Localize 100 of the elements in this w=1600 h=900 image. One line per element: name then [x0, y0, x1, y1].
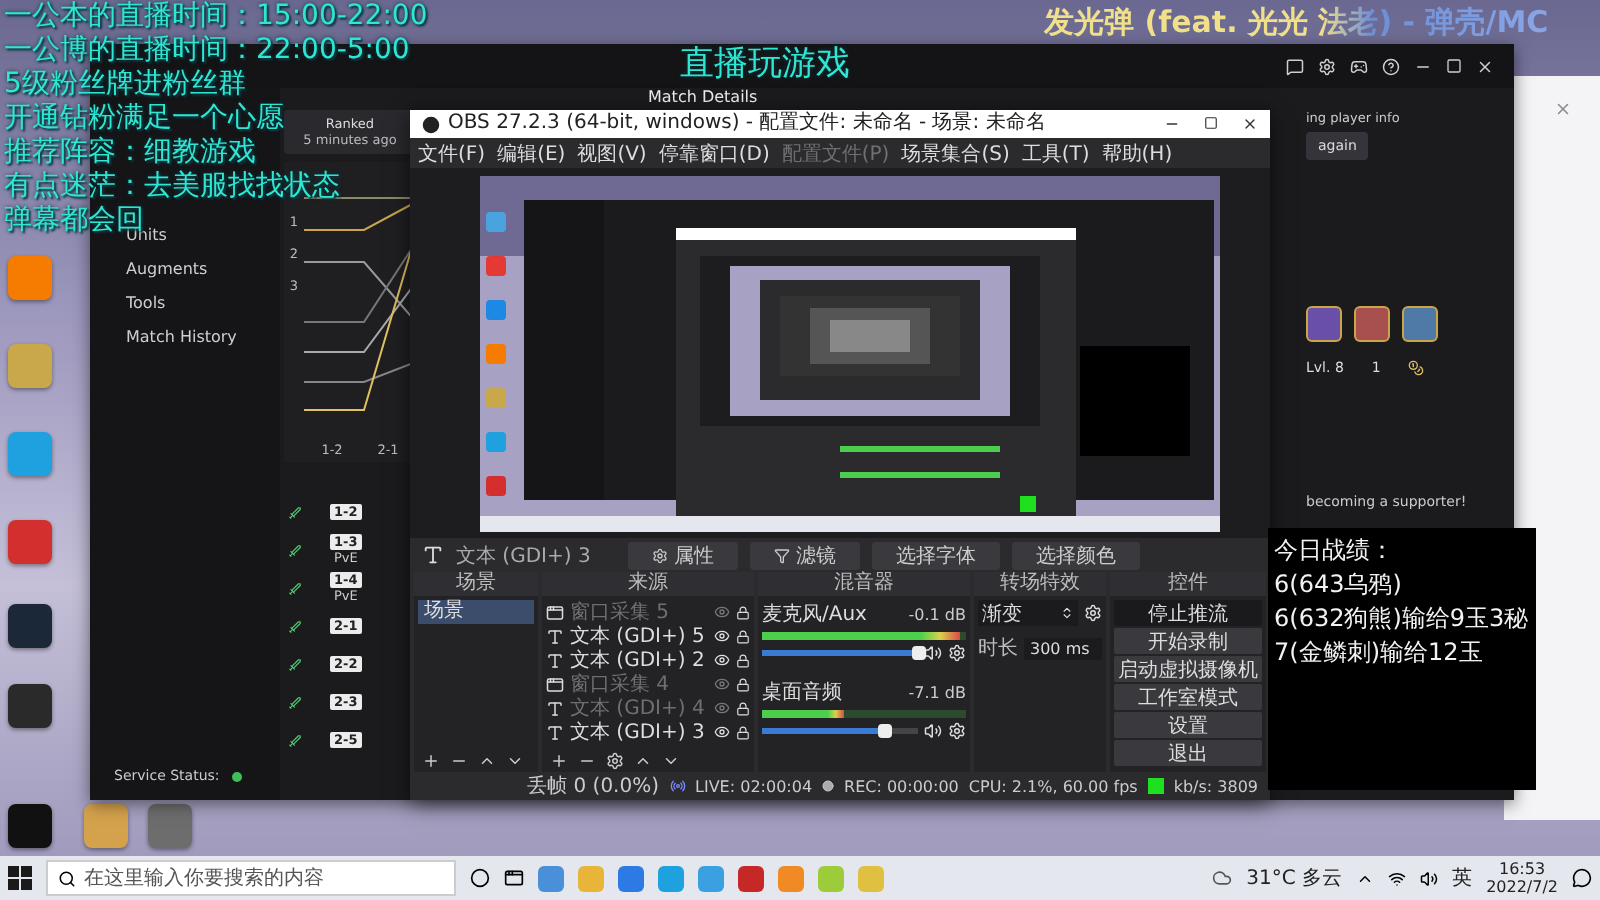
menu-item[interactable]: 停靠窗口(D) — [658, 139, 770, 167]
champion-portrait — [1306, 306, 1342, 342]
search-icon — [58, 869, 76, 887]
control-button[interactable]: 工作室模式 — [1114, 684, 1262, 710]
sword-icon — [288, 695, 302, 709]
bitrate: kb/s: 3809 — [1173, 777, 1258, 795]
nav-item[interactable]: Match History — [114, 326, 280, 350]
control-button[interactable]: 停止推流 — [1114, 600, 1262, 626]
overlay-text: 一公本的直播时间：15:00-22:00 — [4, 0, 428, 34]
speaker-icon[interactable] — [924, 722, 942, 740]
lock-icon[interactable] — [736, 725, 750, 739]
text-source-icon — [546, 651, 564, 669]
nav-item[interactable]: Tools — [114, 292, 280, 316]
channel-name: 桌面音频 — [762, 679, 842, 706]
notification-icon[interactable] — [1572, 868, 1592, 888]
menu-item[interactable]: 视图(V) — [577, 139, 647, 167]
control-button[interactable]: 设置 — [1114, 712, 1262, 738]
lock-icon[interactable] — [736, 629, 750, 643]
overlay-text: 有点迷茫：去美服找找状态 — [4, 170, 340, 204]
taskbar-app-icon[interactable] — [538, 865, 564, 891]
page-heading: Match Details — [648, 88, 758, 110]
nav-item[interactable]: Augments — [114, 258, 280, 282]
taskbar-app-icon[interactable] — [618, 865, 644, 891]
scene-item[interactable]: 场景 — [418, 600, 534, 624]
health-indicator — [1147, 778, 1164, 794]
db-reading: -0.1 dB — [908, 605, 966, 623]
menu-item[interactable]: 场景集合(S) — [901, 139, 1010, 167]
panel-header: 转场特效 — [974, 572, 1106, 596]
sword-icon — [288, 581, 302, 595]
champion-portrait — [1354, 306, 1390, 342]
toolbar-button[interactable]: 选择颜色 — [1012, 541, 1140, 569]
window-capture-icon — [546, 675, 564, 693]
control-button[interactable]: 启动虚拟摄像机 — [1114, 656, 1262, 682]
overlay-text: 开通钻粉满足一个心愿 — [4, 102, 284, 136]
panel-header: 控件 — [1110, 572, 1266, 596]
chat-icon[interactable] — [1286, 57, 1304, 75]
text-source-icon — [546, 723, 564, 741]
app-icon[interactable] — [8, 684, 52, 728]
settings-icon[interactable] — [606, 751, 624, 769]
toolbar-button[interactable]: 选择字体 — [872, 541, 1000, 569]
control-button[interactable]: 退出 — [1114, 740, 1262, 766]
slider-thumb[interactable] — [912, 646, 926, 660]
settings-icon[interactable] — [948, 644, 966, 662]
wifi-icon[interactable] — [1388, 869, 1407, 887]
control-button[interactable]: 开始录制 — [1114, 628, 1262, 654]
app-icon[interactable] — [8, 604, 52, 648]
channel-name: 麦克风/Aux — [762, 601, 867, 628]
help-icon[interactable] — [1382, 57, 1400, 75]
add-icon[interactable] — [422, 751, 440, 769]
panel-header: 来源 — [542, 572, 754, 596]
lock-icon[interactable] — [736, 701, 750, 715]
maximize-icon[interactable] — [1204, 116, 1218, 130]
toolbar-button[interactable]: 属性 — [628, 541, 738, 569]
source-item[interactable]: 文本 (GDI+) 3 — [570, 718, 708, 746]
lock-icon[interactable] — [736, 677, 750, 691]
champion-portrait — [1402, 306, 1438, 342]
source-item[interactable]: 文本 (GDI+) 2 — [570, 646, 708, 674]
text-source-icon — [546, 699, 564, 717]
menu-item[interactable]: 编辑(E) — [497, 139, 566, 167]
lock-icon[interactable] — [736, 605, 750, 619]
text-source-icon — [422, 544, 444, 566]
overlay-caption: 直播玩游戏 — [680, 44, 850, 84]
search-field[interactable]: 在这里输入你要搜索的内容 — [46, 860, 456, 896]
record-icon — [822, 780, 835, 792]
dropped-frames: 丢帧 0 (0.0%) — [527, 772, 660, 800]
windows-logo-icon[interactable] — [8, 866, 32, 890]
cloud-icon — [1212, 868, 1233, 888]
menu-item[interactable]: 文件(F) — [418, 139, 486, 167]
gamepad-icon[interactable] — [1350, 57, 1368, 75]
window-capture-icon — [546, 603, 564, 621]
speaker-icon[interactable] — [1420, 869, 1439, 887]
input-method[interactable]: 英 — [1452, 864, 1473, 892]
menu-item[interactable]: 帮助(H) — [1101, 139, 1173, 167]
overlay-text: 一公博的直播时间：22:00-5:00 — [4, 34, 410, 68]
lock-icon[interactable] — [736, 653, 750, 667]
app-icon[interactable] — [8, 804, 52, 848]
settings-icon[interactable] — [1318, 57, 1336, 75]
volume-slider[interactable] — [762, 728, 918, 734]
taskbar-app-icon[interactable] — [738, 865, 764, 891]
duration-field[interactable]: 300 ms — [1024, 637, 1102, 659]
stats-line: 6(632狗熊)输给9玉3秘 — [1274, 602, 1531, 636]
sword-icon — [288, 657, 302, 671]
speaker-icon[interactable] — [924, 644, 942, 662]
add-icon[interactable] — [550, 751, 568, 769]
clock[interactable]: 16:53 2022/7/2 — [1486, 860, 1558, 896]
task-view-icon[interactable] — [504, 868, 524, 888]
transition-select[interactable]: 渐变 — [978, 600, 1078, 626]
slider-thumb[interactable] — [877, 724, 892, 738]
settings-icon[interactable] — [948, 722, 966, 740]
source-item[interactable]: 文本 (GDI+) 5 — [570, 622, 708, 650]
close-icon[interactable] — [1242, 116, 1258, 132]
panel-header: 混音器 — [758, 572, 970, 596]
settings-icon[interactable] — [1084, 604, 1102, 622]
circle-icon[interactable] — [470, 868, 490, 888]
sword-icon — [288, 543, 302, 557]
toolbar-button[interactable]: 滤镜 — [750, 541, 860, 569]
broadcast-icon — [669, 778, 686, 794]
app-logo-icon — [422, 115, 440, 133]
sword-icon — [288, 619, 302, 633]
menu-item[interactable]: 工具(T) — [1021, 139, 1090, 167]
